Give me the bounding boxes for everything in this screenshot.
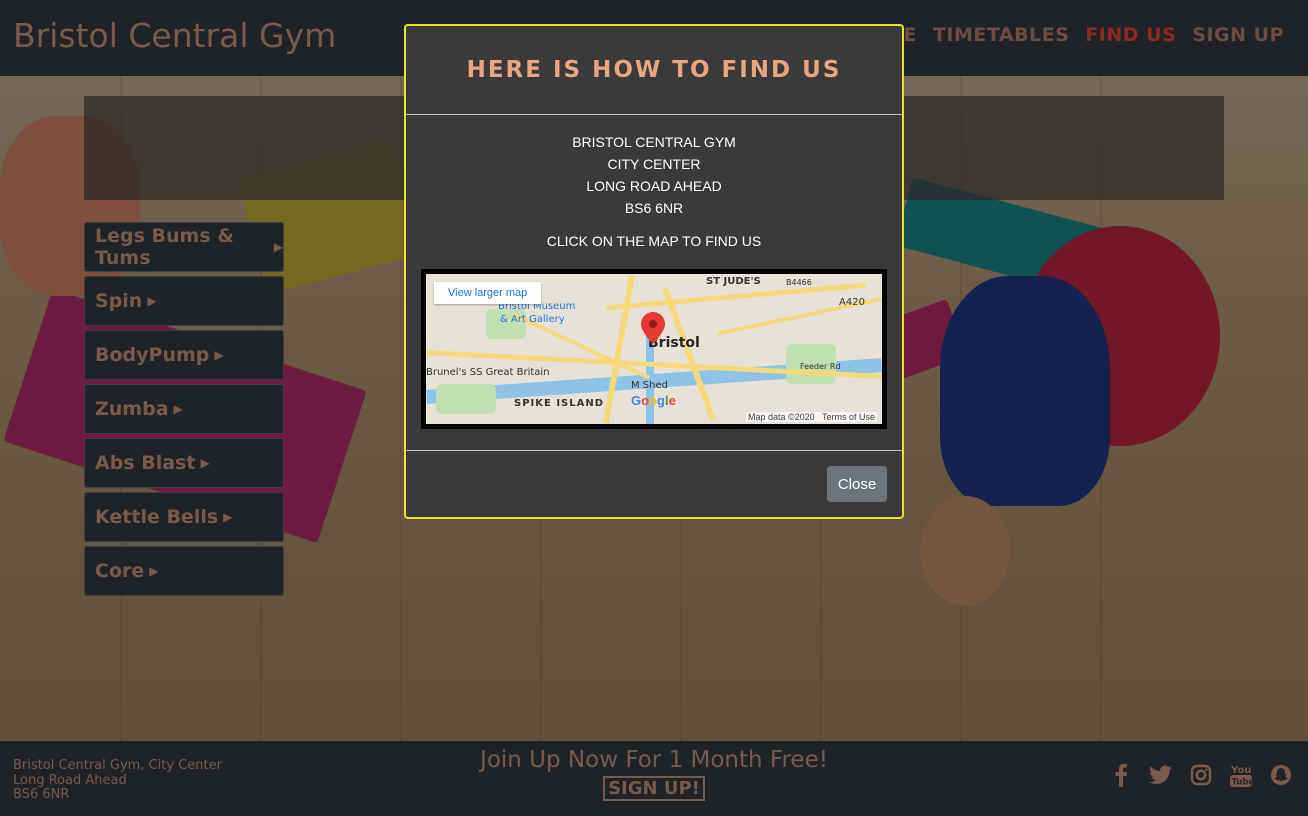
- caret-right-icon: ▶: [147, 294, 157, 308]
- instagram-icon[interactable]: [1189, 763, 1212, 787]
- brand-logo[interactable]: Bristol Central Gym: [13, 16, 336, 55]
- caret-right-icon: ▶: [223, 510, 233, 524]
- social-links: You Tube: [1109, 763, 1292, 788]
- class-item-label: Spin: [95, 290, 143, 312]
- caret-right-icon: ▶: [214, 348, 224, 362]
- map-pin-icon[interactable]: [641, 312, 665, 344]
- caret-right-icon: ▶: [200, 456, 210, 470]
- modal-address-line: CITY CENTER: [607, 156, 701, 172]
- google-logo: Google: [631, 393, 676, 408]
- class-item-label: Core: [95, 560, 145, 582]
- map-label: & Art Gallery: [500, 314, 565, 325]
- map-label: Brunel's SS Great Britain: [426, 367, 550, 378]
- class-item-label: Zumba: [95, 398, 169, 420]
- map-label: SPIKE ISLAND: [514, 398, 605, 409]
- main-nav: HOME TIMETABLES FIND US SIGN UP: [851, 24, 1284, 46]
- map-label: M Shed: [631, 380, 668, 391]
- map-label: B4466: [786, 278, 812, 287]
- modal-address-line: LONG ROAD AHEAD: [586, 178, 722, 194]
- class-item-label: Legs Bums & Tums: [95, 225, 234, 269]
- close-button[interactable]: Close: [827, 466, 887, 502]
- twitter-icon[interactable]: [1149, 763, 1172, 787]
- class-item-kettle-bells[interactable]: Kettle Bells ▶: [84, 492, 284, 542]
- caret-right-icon: ▶: [149, 564, 159, 578]
- svg-text:Tube: Tube: [1231, 778, 1252, 788]
- signup-button[interactable]: SIGN UP!: [603, 776, 705, 801]
- class-item-label: Abs Blast: [95, 452, 196, 474]
- modal-title: HERE IS HOW TO FIND US: [466, 57, 842, 83]
- google-map[interactable]: ST JUDE'S Bristol Museum & Art Gallery B…: [426, 274, 882, 424]
- svg-text:You: You: [1230, 765, 1251, 776]
- caret-right-icon: ▶: [173, 402, 183, 416]
- map-embed-frame: ST JUDE'S Bristol Museum & Art Gallery B…: [421, 269, 887, 429]
- nav-find-us[interactable]: FIND US: [1085, 24, 1176, 46]
- modal-header: HERE IS HOW TO FIND US: [406, 26, 902, 115]
- class-item-abs-blast[interactable]: Abs Blast ▶: [84, 438, 284, 488]
- site-footer: Bristol Central Gym, City Center Long Ro…: [0, 741, 1308, 816]
- caret-right-icon: ▶: [273, 240, 283, 254]
- nav-timetables[interactable]: TIMETABLES: [933, 24, 1069, 46]
- class-item-label: BodyPump: [95, 344, 210, 366]
- class-item-label: Kettle Bells: [95, 506, 219, 528]
- class-item-legs-bums-tums[interactable]: Legs Bums & Tums ▶: [84, 222, 284, 272]
- nav-sign-up[interactable]: SIGN UP: [1192, 24, 1284, 46]
- facebook-icon[interactable]: [1109, 763, 1132, 787]
- class-item-bodypump[interactable]: BodyPump ▶: [84, 330, 284, 380]
- snapchat-icon[interactable]: [1269, 763, 1292, 787]
- map-data-text: Map data ©2020: [747, 412, 815, 422]
- find-us-modal: HERE IS HOW TO FIND US BRISTOL CENTRAL G…: [404, 24, 904, 519]
- map-attribution: Map data ©2020 Terms of Use: [745, 412, 877, 422]
- terms-of-use-link[interactable]: Terms of Use: [822, 412, 875, 422]
- view-larger-map-link[interactable]: View larger map: [434, 282, 542, 304]
- map-label: A420: [839, 297, 865, 308]
- modal-address-line: BS6 6NR: [624, 200, 684, 216]
- class-item-core[interactable]: Core ▶: [84, 546, 284, 596]
- modal-footer-divider: [406, 450, 902, 451]
- class-menu: Legs Bums & Tums ▶ Spin ▶ BodyPump ▶ Zumba ▶…: [84, 222, 284, 600]
- class-item-zumba[interactable]: Zumba ▶: [84, 384, 284, 434]
- map-instruction: CLICK ON THE MAP TO FIND US: [546, 233, 762, 249]
- map-label: Feeder Rd: [800, 362, 841, 371]
- modal-body: BRISTOL CENTRAL GYM CITY CENTER LONG ROA…: [406, 115, 902, 249]
- class-item-spin[interactable]: Spin ▶: [84, 276, 284, 326]
- map-label: ST JUDE'S: [706, 276, 761, 287]
- modal-address-line: BRISTOL CENTRAL GYM: [572, 134, 736, 150]
- youtube-icon[interactable]: You Tube: [1229, 763, 1252, 788]
